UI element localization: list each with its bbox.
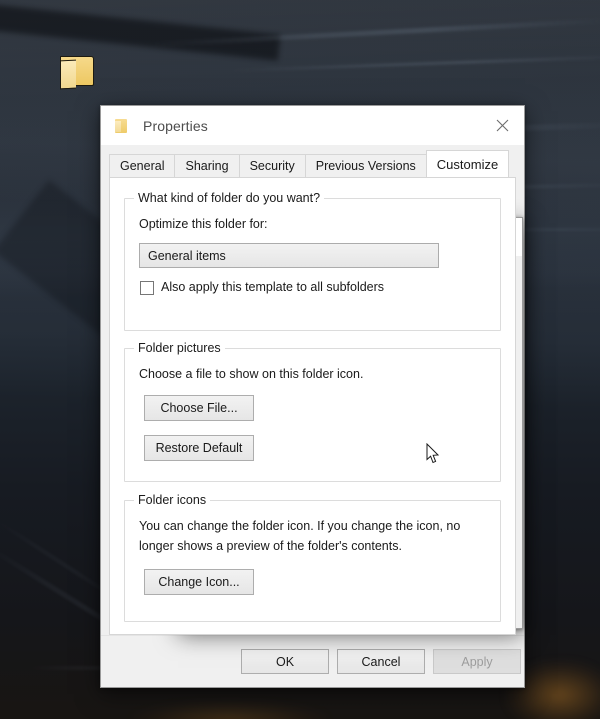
ok-label: OK xyxy=(276,655,294,669)
tab-sharing[interactable]: Sharing xyxy=(174,154,239,177)
properties-cancel-button[interactable]: Cancel xyxy=(337,649,425,674)
folder-icons-legend: Folder icons xyxy=(134,493,210,507)
close-icon[interactable] xyxy=(480,106,524,145)
tab-label: Security xyxy=(250,159,295,173)
properties-footer: OK Cancel Apply xyxy=(101,635,524,687)
customize-tab-page: What kind of folder do you want? Optimiz… xyxy=(109,177,516,635)
folder-pictures-legend: Folder pictures xyxy=(134,341,225,355)
optimize-label: Optimize this folder for: xyxy=(139,217,268,231)
tab-customize[interactable]: Customize xyxy=(426,150,509,177)
properties-apply-button: Apply xyxy=(433,649,521,674)
folder-pictures-description: Choose a file to show on this folder ico… xyxy=(139,367,363,381)
apply-label: Apply xyxy=(461,655,492,669)
choose-file-label: Choose File... xyxy=(160,401,237,415)
tab-label: Customize xyxy=(437,157,498,172)
folder-pictures-group: Folder pictures Choose a file to show on… xyxy=(124,348,501,482)
properties-titlebar: Properties xyxy=(101,106,524,145)
properties-title: Properties xyxy=(143,118,208,134)
folder-icons-description-2: longer shows a preview of the folder's c… xyxy=(139,539,402,553)
tab-general[interactable]: General xyxy=(109,154,175,177)
tab-label: General xyxy=(120,159,164,173)
restore-default-label: Restore Default xyxy=(156,441,243,455)
change-icon-button[interactable]: Change Icon... xyxy=(144,569,254,595)
mouse-pointer xyxy=(426,443,440,464)
restore-default-button[interactable]: Restore Default xyxy=(144,435,254,461)
choose-file-button[interactable]: Choose File... xyxy=(144,395,254,421)
folder-type-group: What kind of folder do you want? Optimiz… xyxy=(124,198,501,331)
change-icon-label: Change Icon... xyxy=(158,575,239,589)
tab-label: Sharing xyxy=(185,159,228,173)
properties-ok-button[interactable]: OK xyxy=(241,649,329,674)
properties-tabstrip: General Sharing Security Previous Versio… xyxy=(109,150,524,177)
properties-window: Properties General Sharing Security Prev… xyxy=(100,105,525,688)
folder-icon xyxy=(58,51,96,89)
apply-subfolders-label: Also apply this template to all subfolde… xyxy=(161,280,384,294)
cancel-label: Cancel xyxy=(362,655,401,669)
folder-icons-group: Folder icons You can change the folder i… xyxy=(124,500,501,622)
tab-security[interactable]: Security xyxy=(239,154,306,177)
folder-icons-description-1: You can change the folder icon. If you c… xyxy=(139,519,460,533)
folder-type-combo[interactable]: General items xyxy=(139,243,439,268)
folder-type-legend: What kind of folder do you want? xyxy=(134,191,324,205)
folder-icon xyxy=(113,117,129,134)
apply-subfolders-checkbox[interactable] xyxy=(140,281,154,295)
folder-type-combo-value: General items xyxy=(148,249,226,263)
desktop-folder-icon[interactable] xyxy=(58,51,98,91)
tab-label: Previous Versions xyxy=(316,159,416,173)
tab-previous-versions[interactable]: Previous Versions xyxy=(305,154,427,177)
